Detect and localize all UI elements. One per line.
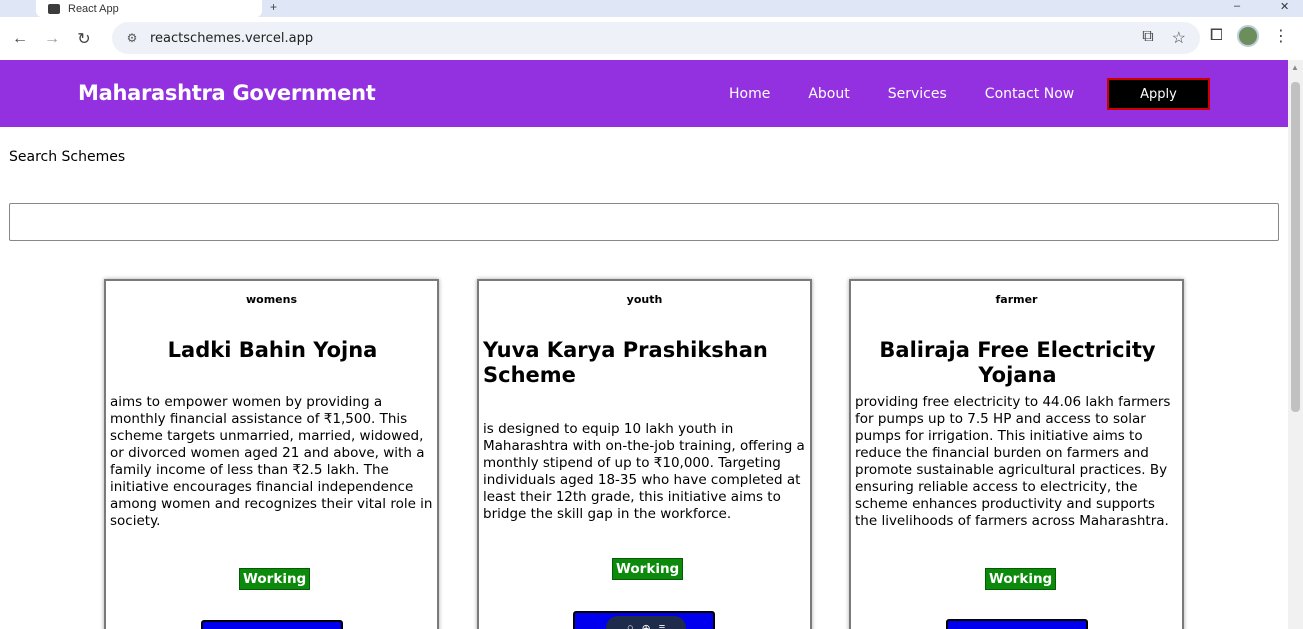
card-description: providing free electricity to 44.06 lakh… [855,394,1171,529]
tab-title: React App [68,2,119,15]
extensions-icon[interactable]: ⧠ [1210,27,1223,45]
card-title: Yuva Karya Prashikshan Scheme [483,338,768,387]
back-icon[interactable]: ← [6,25,34,53]
status-badge: Working [239,568,311,590]
card-category: farmer [995,293,1038,306]
bookmark-star-icon[interactable]: ☆ [1172,28,1186,48]
site-navbar: Maharashtra Government Home About Servic… [0,60,1288,127]
tab-favicon-icon [48,3,60,14]
status-badge: Working [612,558,684,580]
card-description: is designed to equip 10 lakh youth in Ma… [483,421,805,522]
site-info-icon[interactable]: ⚙ [124,30,140,46]
nav-link-about[interactable]: About [808,86,849,102]
card-category: womens [245,293,298,306]
reload-icon[interactable]: ↻ [70,25,98,53]
card-title: Baliraja Free Electricity Yojana [879,338,1156,387]
status-badge: Working [985,568,1057,590]
nav-link-services[interactable]: Services [888,86,947,102]
menu-kebab-icon[interactable]: ⋮ [1273,26,1289,46]
card-category: youth [626,293,663,306]
search-icon[interactable]: ⊕ [642,622,651,629]
card-description: aims to empower women by providing a mon… [110,394,433,529]
apply-button[interactable]: Apply [1107,78,1210,110]
floating-toolbar[interactable]: ○ ⊕ ≡ [606,616,686,629]
browser-tab[interactable]: React App [36,0,262,17]
nav-link-home[interactable]: Home [729,86,770,102]
page-scrollbar[interactable]: ▲ [1288,60,1303,629]
search-input[interactable] [9,203,1279,241]
card-action-button[interactable]: ○ ⊕ ≡ [573,611,715,629]
nav-links: Home About Services Contact Now [729,86,1112,102]
close-window-icon[interactable]: ✕ [1280,0,1289,13]
zoom-icon[interactable]: ○ [627,622,634,629]
scroll-up-icon[interactable]: ▲ [1291,63,1299,72]
profile-avatar[interactable] [1236,25,1259,47]
url-text[interactable]: reactschemes.vercel.app [150,31,313,46]
card-title: Ladki Bahin Yojna [167,338,378,362]
page-content: Maharashtra Government Home About Servic… [0,60,1288,629]
card-action-button[interactable] [946,619,1088,629]
menu-icon[interactable]: ≡ [659,622,665,629]
install-app-icon[interactable]: ⧉ [1142,28,1153,48]
scheme-card-youth: youth Yuva Karya Prashikshan Scheme is d… [477,279,812,629]
scheme-card-farmer: farmer Baliraja Free Electricity Yojana … [849,279,1184,629]
card-action-button[interactable] [201,620,343,629]
scrollbar-thumb[interactable] [1291,82,1300,412]
search-label: Search Schemes [9,149,126,165]
forward-icon[interactable]: → [38,25,66,53]
address-bar[interactable]: ⚙ reactschemes.vercel.app ⧉ ☆ [112,22,1200,54]
site-brand[interactable]: Maharashtra Government [78,81,376,105]
minimize-icon[interactable]: – [1234,0,1240,12]
new-tab-icon[interactable]: + [270,0,277,14]
scheme-card-womens: womens Ladki Bahin Yojna aims to empower… [104,279,439,629]
browser-toolbar: ← → ↻ ⚙ reactschemes.vercel.app ⧉ ☆ ⧠ ⋮ [0,17,1303,60]
nav-link-contact[interactable]: Contact Now [985,86,1074,102]
browser-tabstrip: React App + – ✕ [0,0,1303,17]
